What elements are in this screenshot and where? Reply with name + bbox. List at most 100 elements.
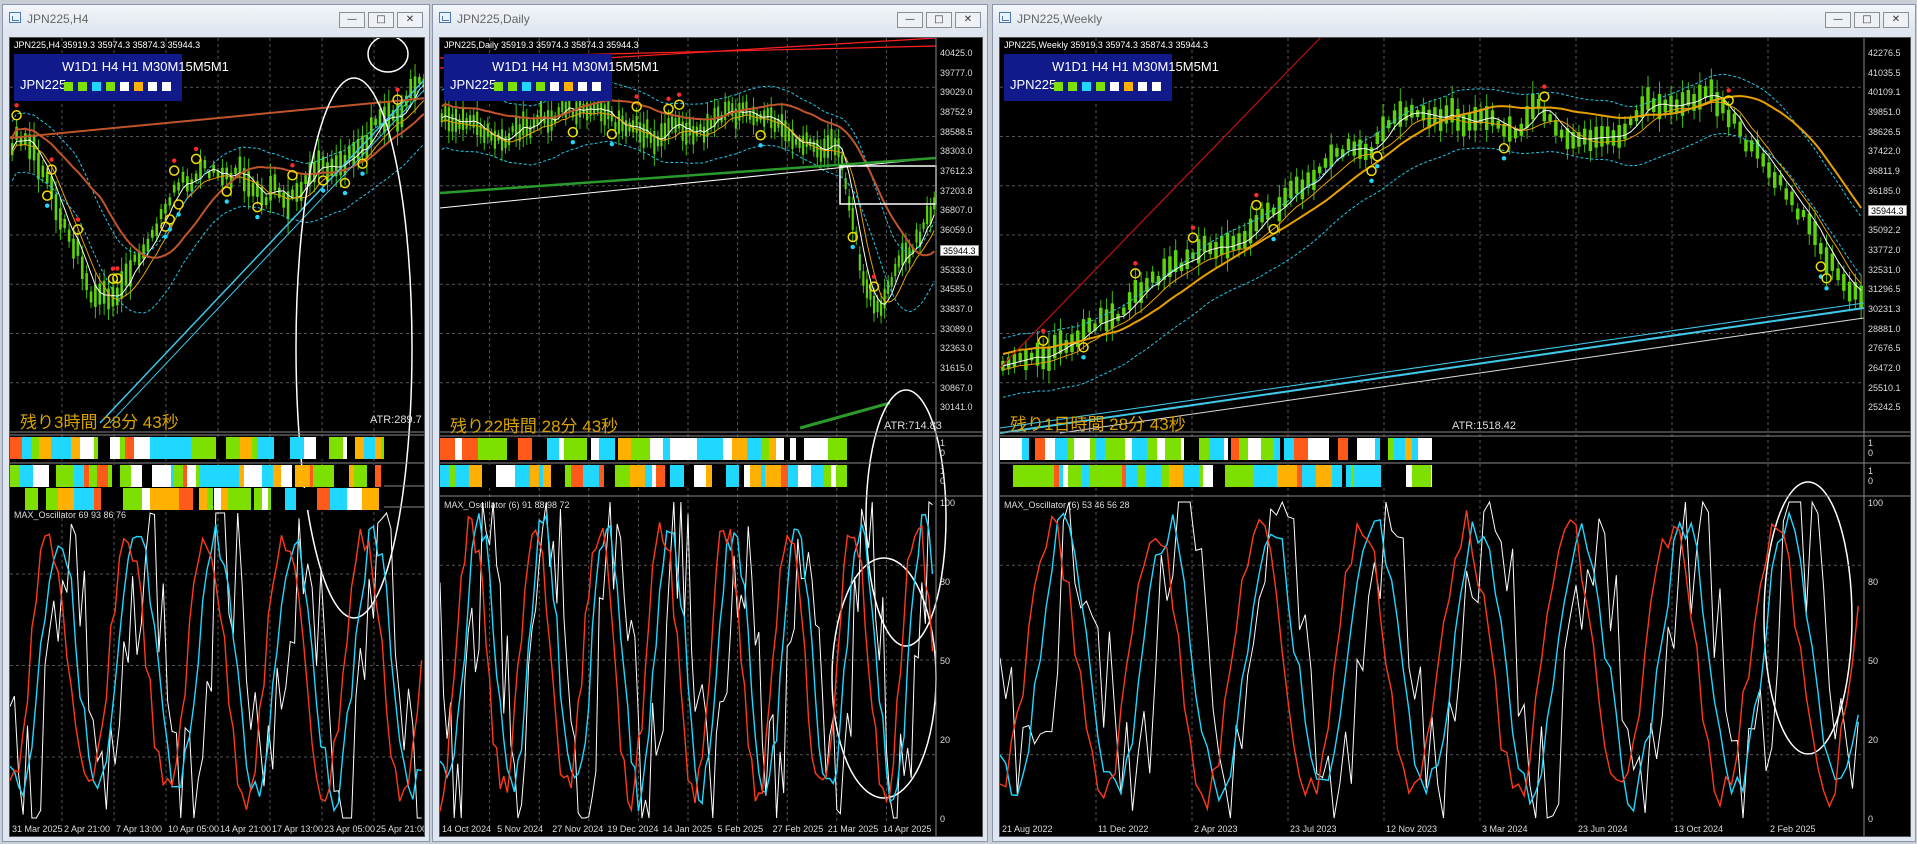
price-axis-label: 35092.2 [1868,225,1901,236]
panel-axis-label: 1 [1868,438,1874,448]
trend-color-cell [112,488,124,510]
candle-body [45,171,49,184]
candle-body [1548,114,1552,122]
window-titlebar[interactable]: JPN225,Weekly — □ ✕ [993,5,1915,32]
close-button[interactable]: ✕ [397,12,423,28]
trend-color-cell [663,438,671,460]
trend-color-cell [478,438,493,460]
trend-color-cell [174,465,184,487]
trend-color-cell [274,437,291,459]
timeframe-list: W1D1 H4 H1 M30M15M5M1 [62,59,229,74]
window-titlebar[interactable]: JPN225,H4 — □ ✕ [3,5,429,32]
trend-color-cell [795,438,804,460]
close-button[interactable]: ✕ [1883,12,1909,28]
oscillator-line [10,523,422,813]
trend-color-cell [363,437,375,459]
trend-color-cell [514,465,530,487]
maximize-button[interactable]: □ [1854,12,1880,28]
timeframe-trend-square [508,82,517,91]
candle-body [181,171,185,183]
maximize-button[interactable]: □ [926,12,952,28]
window-titlebar[interactable]: JPN225,Daily — □ ✕ [433,5,987,32]
bar-countdown: 残り22時間 28分 43秒 [450,417,619,436]
minimize-button[interactable]: — [339,12,365,28]
date-axis-label: 10 Apr 05:00 [168,824,220,834]
candle-body [894,263,897,277]
price-axis-label: 36811.9 [1868,166,1900,177]
trend-color-cell [1013,465,1027,487]
price-chart-h4[interactable]: JPN225,H4 35919.3 35974.3 35874.3 35944.… [9,37,425,837]
chart-window-weekly[interactable]: JPN225,Weekly — □ ✕ JPN225,Weekly 35919.… [992,4,1916,842]
timeframe-trend-square [1096,82,1105,91]
trend-color-cell [215,437,226,459]
minimize-button[interactable]: — [897,12,923,28]
candle-body [681,121,684,141]
candle-body [1703,86,1708,98]
trend-color-cell [1225,465,1240,487]
candle-body [709,119,713,128]
timeframe-trend-square [162,82,171,91]
price-axis-label: 27676.5 [1868,343,1901,354]
pivot-dot [1081,355,1086,360]
price-axis-label: 33772.0 [1868,244,1901,255]
pivot-dot [676,92,682,97]
window-title: JPN225,H4 [27,12,89,26]
trend-color-cell [1157,438,1166,460]
oscillator-axis-label: 100 [1868,498,1884,508]
symbol-label: JPN225 [20,77,67,92]
trend-color-cell [529,465,539,487]
chart-window-daily[interactable]: JPN225,Daily — □ ✕ JPN225,Daily 35919.3 … [432,4,988,842]
chart-window-icon [439,12,451,23]
close-button[interactable]: ✕ [955,12,981,28]
candle-body [833,138,837,156]
candle-body [670,116,674,129]
price-chart-daily[interactable]: JPN225,Daily 35919.3 35974.3 35874.3 359… [439,37,983,837]
price-chart-weekly[interactable]: JPN225,Weekly 35919.3 35974.3 35874.3 35… [999,37,1911,837]
trend-color-cell [1124,438,1133,460]
candle-body [639,122,642,143]
candle-body [511,125,514,133]
price-axis-label: 30867.0 [940,382,973,393]
trend-color-cell [1184,438,1199,460]
signal-circle [1372,150,1383,162]
trend-color-cell [100,488,113,510]
atr-label: ATR:1518.42 [1452,420,1517,432]
symbol-label: JPN225 [1010,77,1057,92]
candle-body [1127,292,1132,310]
trend-color-cell [37,488,46,510]
candle-body [784,120,787,141]
price-axis-label: 39777.0 [940,67,973,78]
minimize-button[interactable]: — [1825,12,1851,28]
trend-color-cell [374,437,382,459]
candle-body [24,133,27,145]
panel-axis-label: 1 [940,466,946,476]
trend-color-cell [1038,465,1054,487]
bar-countdown: 残り3時間 28分 43秒 [20,413,179,432]
maximize-button[interactable]: □ [368,12,394,28]
trend-color-cell [1293,438,1308,460]
candle-body [529,125,532,139]
chart-window-h4[interactable]: JPN225,H4 — □ ✕ JPN225,H4 35919.3 35974.… [2,4,430,842]
candle-body [238,156,242,175]
trend-color-cell [130,465,143,487]
candle-body [628,122,631,132]
candle-body [465,117,468,129]
price-axis-label: 37203.8 [940,185,973,196]
trend-color-cell [10,465,21,487]
trend-color-cell [1354,465,1362,487]
trend-color-cell [316,437,330,459]
date-axis-label: 17 Apr 13:00 [272,824,324,834]
trend-color-cell [1022,438,1030,460]
candle-body [98,283,102,305]
pivot-dot [1041,328,1046,333]
trend-color-cell [454,465,470,487]
price-axis-label: 35944.3 [940,244,979,256]
symbol-info: JPN225,Weekly 35919.3 35974.3 35874.3 35… [1004,40,1208,50]
candle-body [851,207,854,231]
candle-body [155,223,159,236]
candle-body [1312,169,1316,191]
candle-body [1041,348,1045,370]
price-axis-label: 31296.5 [1868,284,1901,295]
trend-color-strip [1000,438,1432,460]
candle-body [291,189,294,197]
